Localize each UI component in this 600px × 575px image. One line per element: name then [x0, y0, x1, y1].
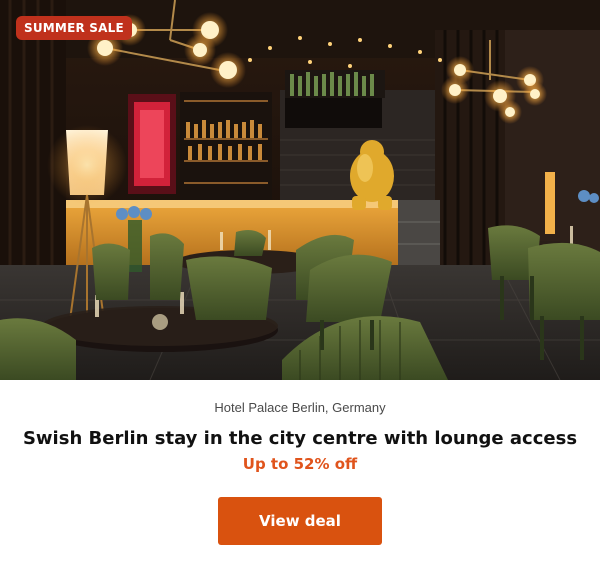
deal-details: Hotel Palace Berlin, Germany Swish Berli… — [0, 400, 600, 545]
deal-title[interactable]: Swish Berlin stay in the city centre wit… — [0, 428, 600, 449]
sale-badge: SUMMER SALE — [16, 16, 132, 40]
view-deal-button[interactable]: View deal — [218, 497, 382, 545]
discount-text: Up to 52% off — [242, 455, 358, 473]
hotel-location: Hotel Palace Berlin, Germany — [214, 400, 386, 415]
hero-image[interactable]: SUMMER SALE — [0, 0, 600, 380]
deal-card[interactable]: SUMMER SALE Hotel Palace Berlin, Germany… — [0, 0, 600, 575]
restaurant-interior-illustration — [0, 0, 600, 380]
